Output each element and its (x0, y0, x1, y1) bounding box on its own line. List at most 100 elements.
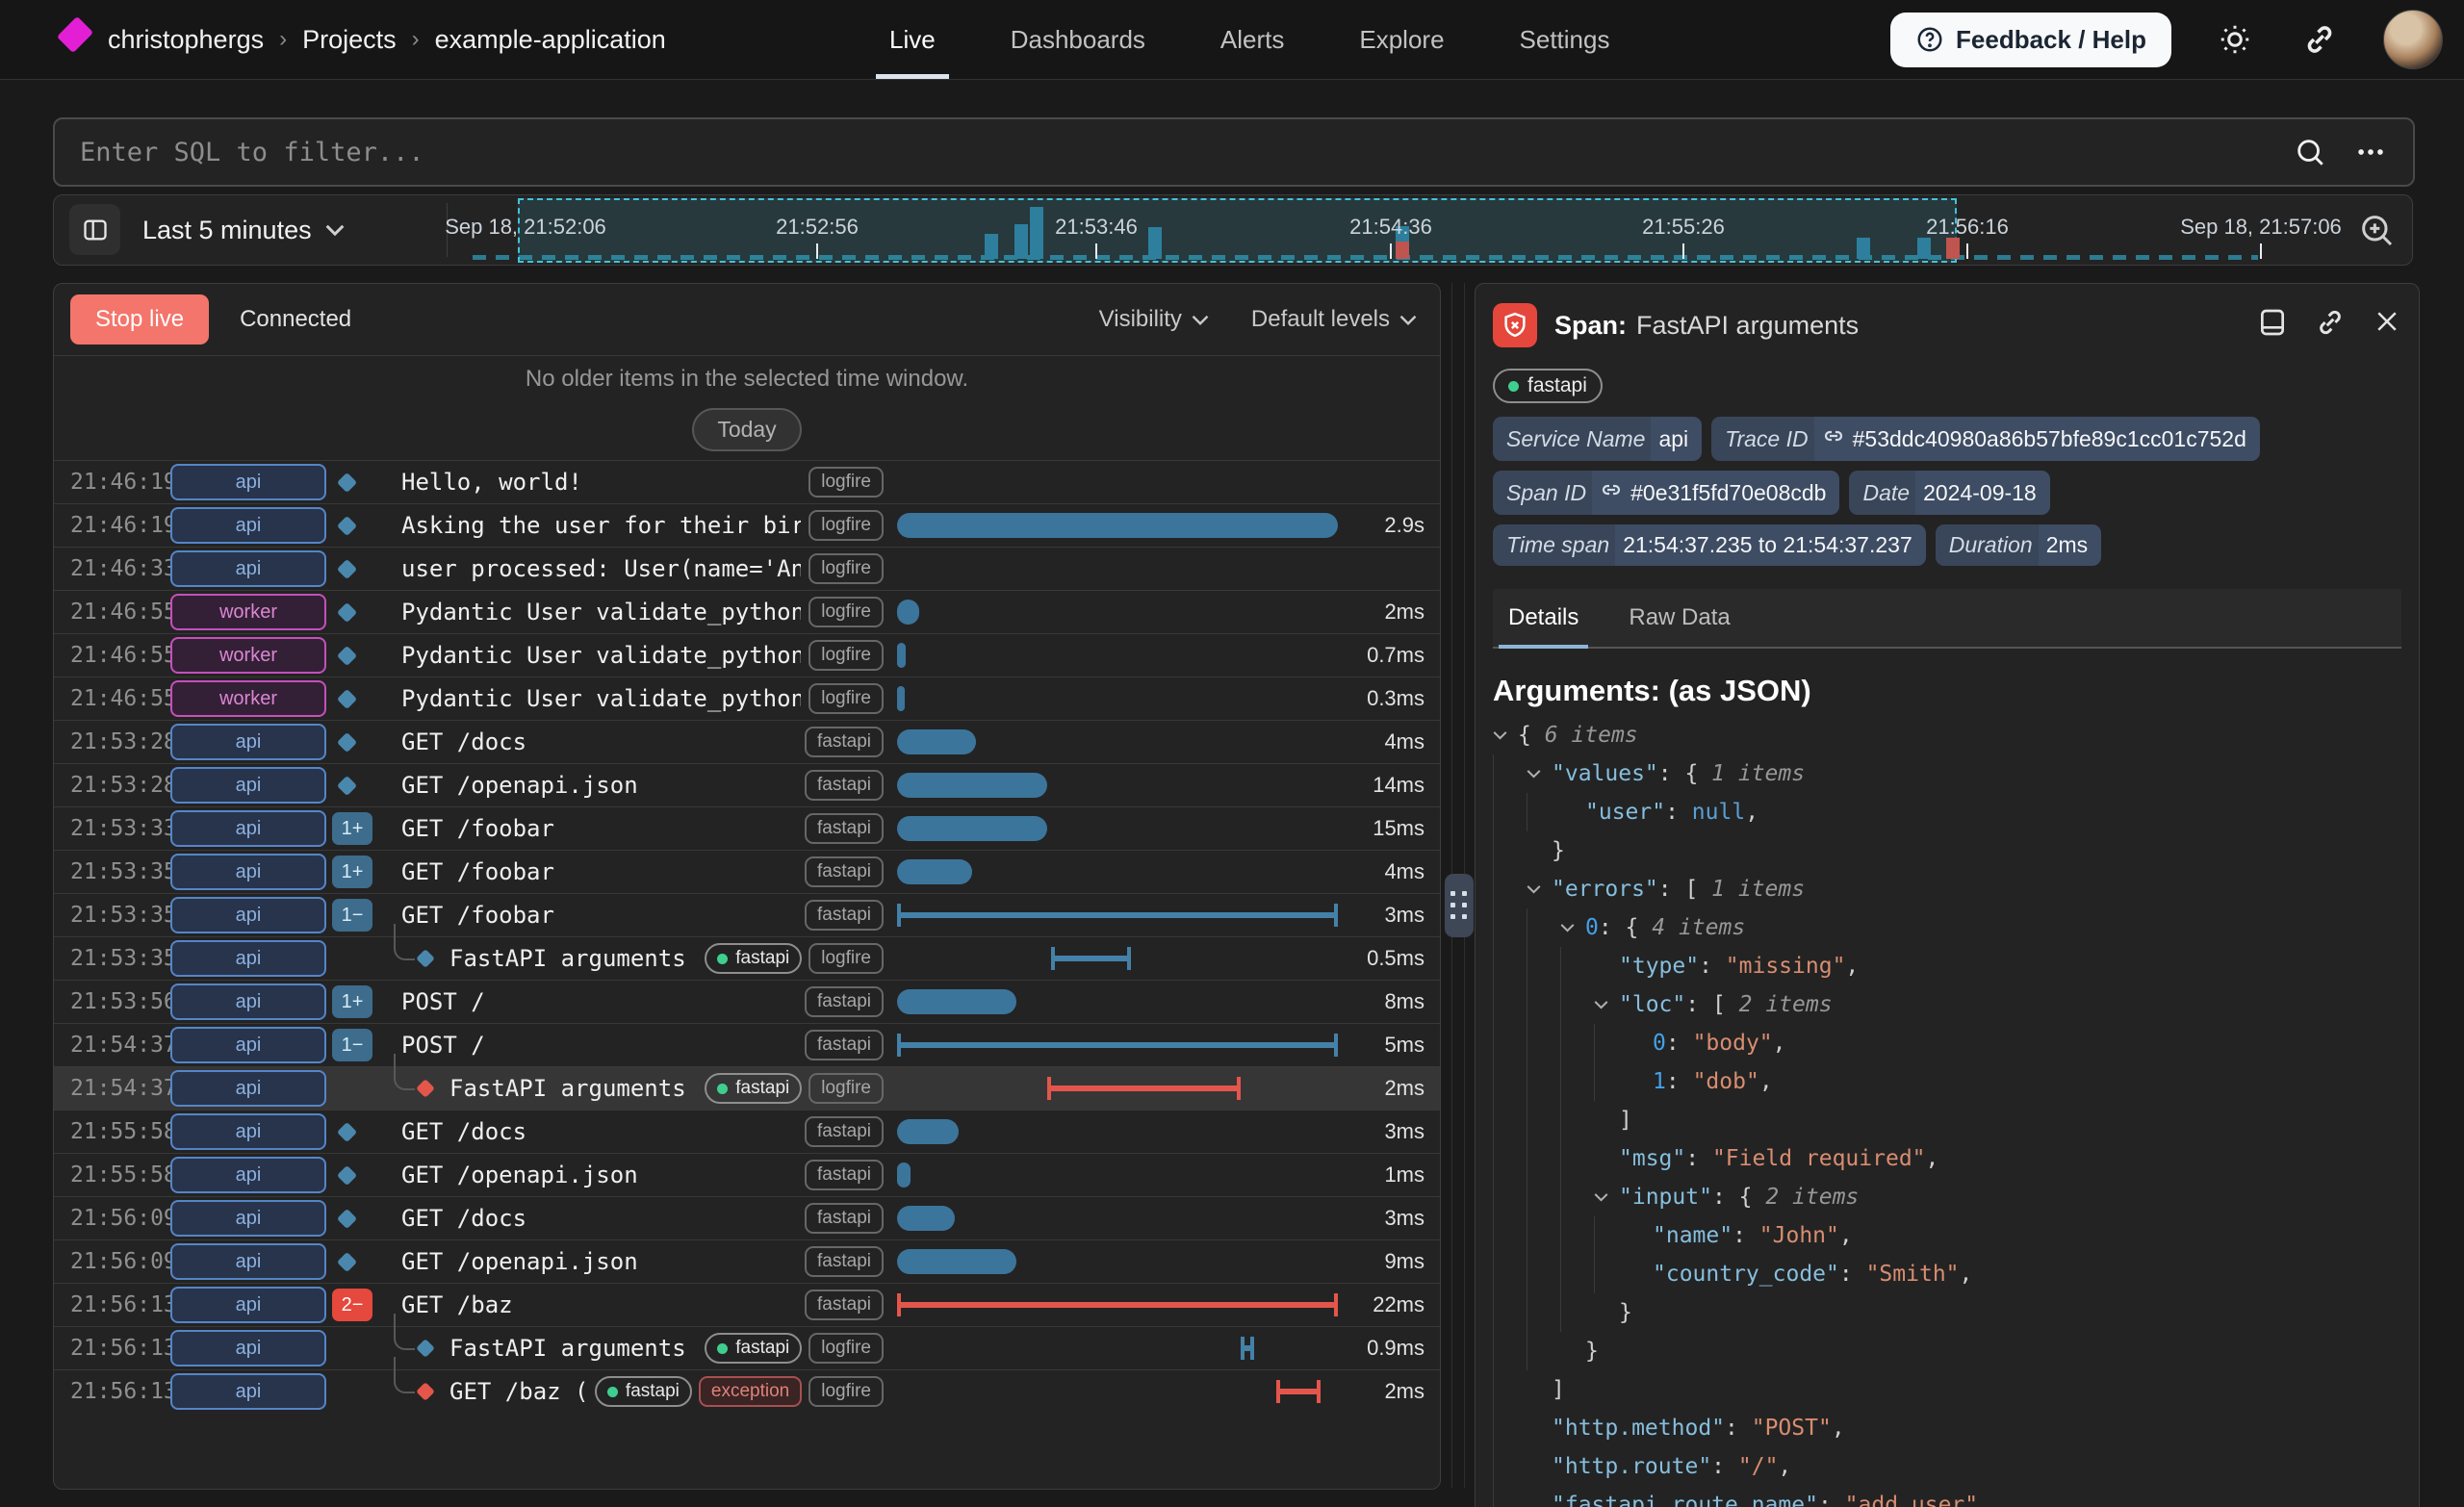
json-indent-guide (1493, 1332, 1527, 1370)
duration-bar-track (897, 1067, 1338, 1110)
trace-row[interactable]: 21:56:09apiGET /docsfastapi3ms (54, 1196, 1440, 1239)
trace-row[interactable]: 21:53:35apiFastAPI argumentsfastapilogfi… (54, 936, 1440, 980)
row-gutter (332, 519, 388, 533)
trace-row[interactable]: 21:53:35api1+GET /foobarfastapi4ms (54, 850, 1440, 893)
trace-row[interactable]: 21:54:37api1−POST /fastapi5ms (54, 1023, 1440, 1066)
json-token-p: , (1845, 947, 1859, 985)
empty-window-text: No older items in the selected time wind… (526, 366, 968, 393)
trace-row[interactable]: 21:56:13apiGET /baz (fofastapiexceptionl… (54, 1369, 1440, 1413)
detail-tab-raw-data[interactable]: Raw Data (1625, 589, 1733, 647)
trace-row[interactable]: 21:46:33apiuser processed: User(name='An… (54, 547, 1440, 590)
question-circle-icon (1915, 25, 1944, 54)
feedback-help-button[interactable]: Feedback / Help (1890, 13, 2171, 67)
row-tags: fastapi (805, 1030, 884, 1060)
trace-row[interactable]: 21:56:09apiGET /openapi.jsonfastapi9ms (54, 1239, 1440, 1283)
json-indent-guide (1560, 947, 1594, 985)
expand-children-badge[interactable]: 1− (332, 1029, 372, 1061)
expand-children-badge[interactable]: 1+ (332, 856, 372, 888)
trace-row[interactable]: 21:53:28apiGET /openapi.jsonfastapi14ms (54, 763, 1440, 806)
theme-toggle-icon[interactable] (2214, 18, 2256, 61)
breadcrumb-org[interactable]: christophergs (108, 25, 264, 55)
trace-row[interactable]: 21:55:58apiGET /openapi.jsonfastapi1ms (54, 1153, 1440, 1196)
json-chevron-slot[interactable] (1594, 1178, 1619, 1216)
tab-dashboards[interactable]: Dashboards (1005, 0, 1151, 79)
trace-row[interactable]: 21:46:55workerPydantic User validate_pyt… (54, 590, 1440, 633)
trace-row[interactable]: 21:53:56api1+POST /fastapi8ms (54, 980, 1440, 1023)
stop-live-button[interactable]: Stop live (70, 294, 209, 345)
visibility-dropdown[interactable]: Visibility (1099, 306, 1209, 333)
trace-row[interactable]: 21:46:55workerPydantic User validate_pyt… (54, 633, 1440, 677)
tag-fastapi: fastapi (805, 900, 884, 931)
share-link-icon[interactable] (2298, 18, 2341, 61)
duration-bar-track (897, 1240, 1338, 1283)
row-gutter (332, 649, 388, 663)
json-line: { 6 items (1493, 716, 2401, 754)
json-token-s: "John" (1759, 1216, 1839, 1255)
trace-row[interactable]: 21:55:58apiGET /docsfastapi3ms (54, 1110, 1440, 1153)
trace-row[interactable]: 21:53:28apiGET /docsfastapi4ms (54, 720, 1440, 763)
row-timestamp: 21:53:33 (70, 816, 159, 841)
json-token-p: , (1773, 1024, 1786, 1062)
tab-settings[interactable]: Settings (1514, 0, 1616, 79)
expand-children-badge[interactable]: 1+ (332, 812, 372, 845)
tag-fastapi: fastapi (705, 1333, 802, 1364)
panel-resize-handle[interactable] (1445, 874, 1474, 937)
detail-tab-details[interactable]: Details (1504, 589, 1582, 647)
tab-alerts[interactable]: Alerts (1215, 0, 1290, 79)
copy-link-icon[interactable] (2315, 307, 2346, 338)
json-chevron-slot[interactable] (1594, 985, 1619, 1024)
sql-filter-input[interactable] (55, 138, 2294, 167)
json-chevron-slot[interactable] (1527, 870, 1552, 908)
json-chevron-slot[interactable] (1493, 716, 1518, 754)
tab-live[interactable]: Live (884, 0, 941, 79)
link-icon[interactable] (1600, 478, 1623, 507)
json-chevron-slot[interactable] (1560, 908, 1585, 947)
expand-children-badge[interactable]: 1− (332, 899, 372, 932)
service-badge-api: api (170, 507, 326, 544)
row-timestamp: 21:54:37 (70, 1076, 159, 1101)
row-tags: logfire (808, 553, 884, 584)
json-indent-guide (1594, 1062, 1628, 1101)
tab-explore[interactable]: Explore (1353, 0, 1450, 79)
expand-children-badge[interactable]: 2− (332, 1289, 372, 1321)
histogram-bar (1030, 207, 1043, 259)
zoom-in-button[interactable] (2354, 208, 2399, 252)
row-timestamp: 21:56:13 (70, 1336, 159, 1361)
breadcrumb-project[interactable]: example-application (435, 25, 666, 55)
duration-bar (1276, 1389, 1321, 1394)
logfire-logo-icon[interactable] (57, 16, 93, 53)
timeline-selection[interactable] (518, 198, 1957, 263)
row-name-cell: GET /foobarfastapi (388, 856, 884, 887)
json-token-p: : (1839, 1255, 1866, 1293)
dock-panel-icon[interactable] (2257, 307, 2288, 338)
today-button[interactable]: Today (692, 408, 801, 451)
trace-row[interactable]: 21:46:19apiAsking the user for their bir… (54, 503, 1440, 547)
link-icon[interactable] (1822, 424, 1845, 453)
json-indent-guide (1527, 1216, 1560, 1255)
breadcrumb-projects[interactable]: Projects (302, 25, 397, 55)
json-chevron-slot (1628, 1062, 1653, 1101)
trace-row[interactable]: 21:53:35api1−GET /foobarfastapi3ms (54, 893, 1440, 936)
more-options-icon[interactable] (2353, 136, 2388, 168)
trace-row[interactable]: 21:53:33api1+GET /foobarfastapi15ms (54, 806, 1440, 850)
service-tag-fastapi[interactable]: fastapi (1493, 369, 1603, 403)
json-chevron-slot[interactable] (1527, 754, 1552, 793)
user-avatar[interactable] (2383, 10, 2443, 69)
trace-row[interactable]: 21:56:13apiFastAPI argumentsfastapilogfi… (54, 1326, 1440, 1369)
timeline[interactable]: Sep 18, 21:52:0621:52:5621:53:4621:54:36… (54, 195, 2412, 265)
search-icon[interactable] (2294, 136, 2326, 168)
trace-row[interactable]: 21:56:13api2−GET /bazfastapi22ms (54, 1283, 1440, 1326)
trace-row[interactable]: 21:46:19apiHello, world!logfire (54, 460, 1440, 503)
json-indent-guide (1527, 1101, 1560, 1139)
row-name-cell: GET /docsfastapi (388, 727, 884, 757)
row-name-cell: GET /foobarfastapi (388, 900, 884, 931)
json-indent-guide (1493, 1486, 1527, 1507)
histogram-bar (1946, 238, 1960, 259)
duration-bar-track (897, 1024, 1338, 1066)
json-token-p: : [ (1685, 985, 1738, 1024)
default-levels-dropdown[interactable]: Default levels (1251, 306, 1417, 333)
trace-row[interactable]: 21:54:37apiFastAPI argumentsfastapilogfi… (54, 1066, 1440, 1110)
trace-row[interactable]: 21:46:55workerPydantic User validate_pyt… (54, 677, 1440, 720)
expand-children-badge[interactable]: 1+ (332, 985, 372, 1018)
close-icon[interactable] (2373, 307, 2401, 336)
